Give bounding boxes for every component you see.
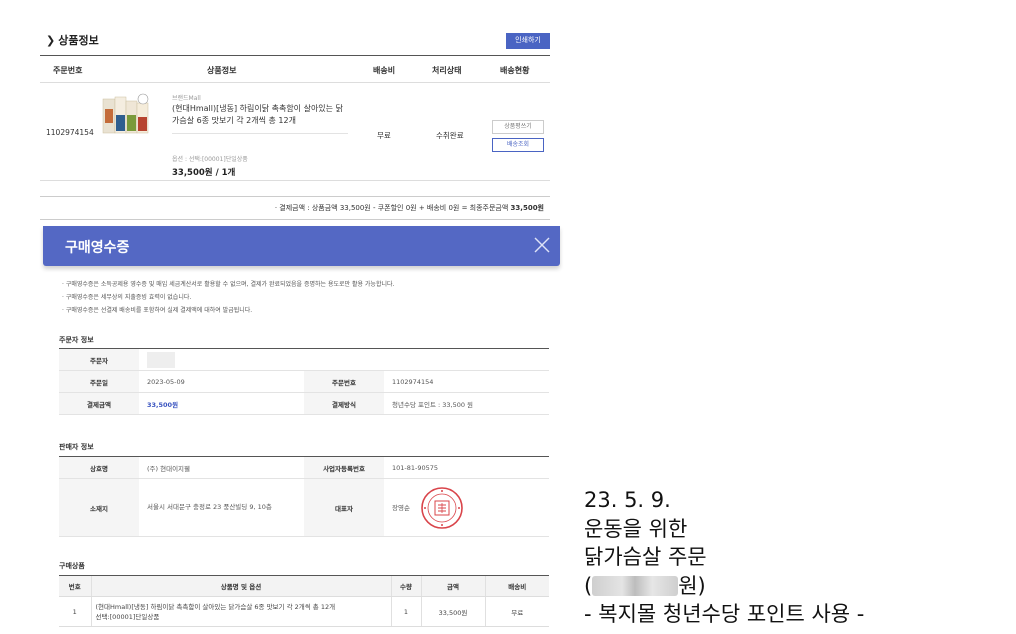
product-name-link[interactable]: (현대Hmall)[냉동] 하림이닭 촉촉함이 살아있는 닭가슴살 6종 맛보기… (172, 103, 348, 134)
items-col-name: 상품명 및 옵션 (90, 575, 391, 597)
items-col-no: 번호 (59, 575, 91, 597)
product-option: 옵션 : 선택:[00001]단일상품 (172, 156, 248, 163)
address-label: 소재지 (59, 478, 139, 537)
receipt-order-no-label: 주문번호 (304, 370, 384, 393)
order-status: 수취완료 (436, 131, 464, 140)
receipt-note: · 구매영수증은 세무상의 지출증빙 효력이 없습니다. (62, 294, 192, 301)
print-button[interactable]: 인쇄하기 (506, 33, 550, 49)
product-price: 33,500원 / 1개 (172, 168, 236, 178)
order-date-label: 주문일 (59, 370, 139, 393)
section-title-label: 상품정보 (58, 34, 99, 47)
col-delivery: 배송현황 (500, 66, 530, 75)
items-col-qty: 수량 (390, 575, 421, 597)
section-title: ❯ 상품정보 (46, 32, 99, 48)
track-delivery-button[interactable]: 배송조회 (492, 138, 544, 152)
order-date-value: 2023-05-09 (139, 370, 304, 393)
orderer-name-label: 주문자 (59, 348, 139, 371)
item-name: (현대Hmall)[냉동] 하림이닭 촉촉함이 살아있는 닭가슴살 6종 맛보기… (95, 602, 336, 611)
item-option: 선택:[00001]단일상품 (95, 612, 160, 621)
note-amount-open: ( (584, 573, 593, 598)
biz-reg-no-value: 101-81-90575 (384, 456, 549, 479)
item-name-cell: (현대Hmall)[냉동] 하림이닭 촉촉함이 살아있는 닭가슴살 6종 맛보기… (90, 596, 391, 627)
write-review-button[interactable]: 상품평쓰기 (492, 120, 544, 134)
company-seal (421, 486, 463, 529)
payment-amount-label: 결제금액 (59, 392, 139, 415)
payment-amount-value: 33,500원 (139, 392, 304, 415)
orderer-info-title: 주문자 정보 (59, 336, 94, 344)
receipt-notes: · 구매영수증은 소득공제용 영수증 및 매입 세금계산서로 활용할 수 없으며… (62, 278, 394, 317)
note-amount: ( 원) (584, 572, 864, 601)
receipt-modal-header: 구매영수증 (43, 226, 560, 266)
seller-info-title: 판매자 정보 (59, 443, 94, 451)
blurred-amount (592, 575, 679, 596)
col-status: 처리상태 (432, 66, 462, 75)
chevron-right-icon: ❯ (46, 34, 56, 47)
receipt-note: · 구매영수증은 선결제 배송비를 포함하여 실제 결제액에 대하여 발급됩니다… (62, 307, 253, 314)
table-row: 1 (현대Hmall)[냉동] 하림이닭 촉촉함이 살아있는 닭가슴살 6종 맛… (59, 596, 549, 627)
ceo-cell: 장영순 (384, 478, 549, 537)
note-purpose: 운동을 위한 (584, 516, 688, 541)
items-col-amount: 금액 (420, 575, 485, 597)
company-value: (주) 현대이지웰 (139, 456, 304, 479)
annotation-note: 23. 5. 9. 운동을 위한 닭가슴살 주문 ( 원) - 복지몰 청년수당 … (584, 486, 864, 629)
order-table-header: 주문번호 상품정보 배송비 처리상태 배송현황 (40, 55, 550, 83)
receipt-title: 구매영수증 (65, 240, 130, 256)
biz-reg-no-label: 사업자등록번호 (304, 456, 384, 479)
company-label: 상호명 (59, 456, 139, 479)
receipt-note: · 구매영수증은 소득공제용 영수증 및 매입 세금계산서로 활용할 수 없으며… (62, 281, 395, 288)
payment-summary: · 결제금액 : 상품금액 33,500원 - 쿠폰할인 0원 + 배송비 0원… (40, 196, 550, 220)
receipt-order-no-value: 1102974154 (384, 370, 549, 393)
masked-name (147, 351, 175, 368)
payment-summary-text: · 결제금액 : 상품금액 33,500원 - 쿠폰할인 0원 + 배송비 0원… (274, 204, 511, 212)
address-value: 서울시 서대문구 충정로 23 풍산빌딩 9, 10층 (139, 478, 304, 537)
product-thumbnail[interactable] (102, 91, 150, 139)
item-qty: 1 (390, 596, 421, 627)
payment-summary-total: 33,500원 (510, 204, 544, 212)
order-number: 1102974154 (46, 128, 94, 137)
item-shipping: 무료 (484, 596, 549, 627)
col-product-info: 상품정보 (207, 66, 237, 75)
payment-method-value: 청년수당 포인트 : 33,500 원 (384, 392, 549, 415)
items-table: 번호 상품명 및 옵션 수량 금액 배송비 1 (현대Hmall)[냉동] 하림… (59, 575, 549, 627)
brand-name[interactable]: 브랜드Mall (172, 93, 201, 102)
payment-method-label: 결제방식 (304, 392, 384, 415)
item-amount: 33,500원 (420, 596, 485, 627)
col-order-no: 주문번호 (53, 66, 83, 75)
orderer-info-table: 주문자 주문일 2023-05-09 주문번호 1102974154 결제금액 … (59, 348, 549, 415)
items-title: 구매상품 (59, 562, 85, 570)
seller-info-table: 상호명 (주) 현대이지웰 사업자등록번호 101-81-90575 소재지 서… (59, 456, 549, 537)
order-row: 1102974154 브랜드Mall (현대Hmall)[냉동] 하림이닭 촉촉… (40, 83, 550, 181)
orderer-name-value (139, 348, 549, 371)
items-col-shipping: 배송비 (484, 575, 549, 597)
note-item: 닭가슴살 주문 (584, 545, 707, 569)
shipping-fee: 무료 (377, 131, 391, 140)
close-icon[interactable] (531, 234, 553, 256)
ceo-label: 대표자 (304, 478, 384, 537)
col-shipping-fee: 배송비 (373, 66, 396, 75)
note-date: 23. 5. 9. (584, 488, 671, 512)
note-payment: - 복지몰 청년수당 포인트 사용 - (584, 602, 865, 626)
note-amount-close: 원) (678, 573, 706, 598)
ceo-value: 장영순 (392, 503, 410, 512)
item-no: 1 (59, 596, 91, 627)
